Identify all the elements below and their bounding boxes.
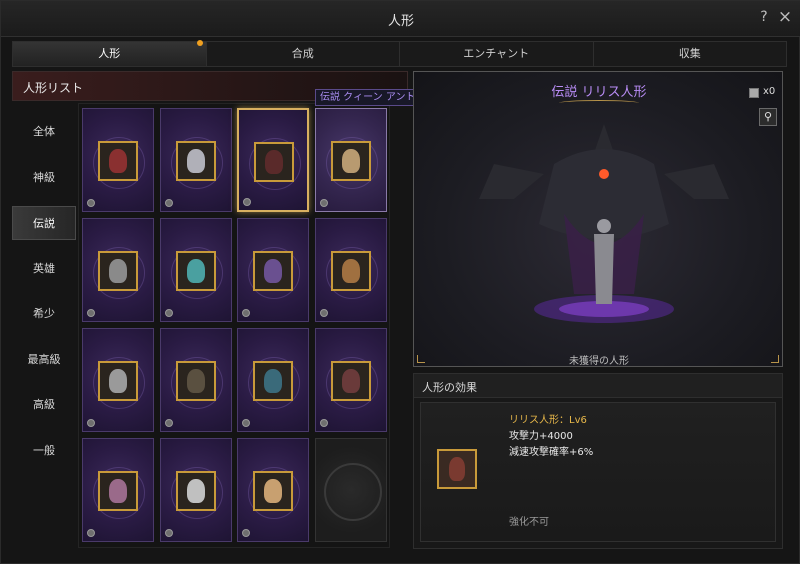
gem-icon xyxy=(87,199,95,207)
doll-card-selected[interactable] xyxy=(237,108,309,212)
doll-card[interactable] xyxy=(82,108,154,212)
doll-portrait-icon xyxy=(437,449,477,489)
doll-portrait-icon xyxy=(98,361,138,401)
doll-portrait-icon xyxy=(176,141,216,181)
effects-header: 人形の効果 xyxy=(414,374,782,398)
filter-rare[interactable]: 希少 xyxy=(12,297,76,331)
gem-icon xyxy=(242,419,250,427)
tab-label: 合成 xyxy=(291,47,314,60)
doll-portrait-icon xyxy=(98,471,138,511)
close-icon[interactable]: × xyxy=(777,7,793,27)
preview-title: 伝説 リリス人形 xyxy=(551,85,647,100)
gem-icon xyxy=(87,529,95,537)
doll-card[interactable] xyxy=(160,218,232,322)
empty-card-slot xyxy=(315,438,387,542)
gem-icon xyxy=(165,309,173,317)
effects-title: 人形の効果 xyxy=(422,381,477,394)
doll-card[interactable] xyxy=(160,328,232,432)
tab-enchant[interactable]: エンチャント xyxy=(400,42,594,66)
card-count: x0 xyxy=(763,86,776,97)
tab-collection[interactable]: 収集 xyxy=(593,42,786,66)
filter-superior[interactable]: 最高級 xyxy=(12,343,76,377)
doll-model-image xyxy=(479,124,729,323)
doll-card-hovered[interactable] xyxy=(315,108,387,212)
doll-portrait-icon xyxy=(331,361,371,401)
doll-portrait-icon xyxy=(253,361,293,401)
tab-bar: 人形 合成 エンチャント 収集 xyxy=(12,40,787,67)
tab-doll[interactable]: 人形 xyxy=(13,40,207,66)
magnifier-icon[interactable]: ⚲ xyxy=(759,108,777,126)
tab-label: エンチャント xyxy=(463,47,530,60)
gem-icon xyxy=(320,309,328,317)
gem-icon xyxy=(87,419,95,427)
doll-portrait-icon xyxy=(98,141,138,181)
doll-portrait-icon xyxy=(98,251,138,291)
tab-synthesis[interactable]: 合成 xyxy=(206,42,400,66)
filter-divine[interactable]: 神級 xyxy=(12,161,76,195)
doll-portrait-icon xyxy=(176,361,216,401)
doll-card[interactable] xyxy=(160,108,232,212)
gem-icon xyxy=(320,199,328,207)
tab-label: 人形 xyxy=(98,47,121,60)
gem-icon xyxy=(165,419,173,427)
effect-doll-name: リリス人形：Lv6 xyxy=(509,415,587,426)
card-count-icon xyxy=(749,88,759,98)
title-bar: 人形 ? × xyxy=(1,1,800,37)
gem-icon xyxy=(87,309,95,317)
doll-portrait-icon xyxy=(331,141,371,181)
doll-portrait-icon xyxy=(176,251,216,291)
effect-stat: 減速攻撃確率+6% xyxy=(509,447,594,458)
doll-portrait-icon xyxy=(254,142,294,182)
gem-icon xyxy=(242,309,250,317)
filter-legend[interactable]: 伝説 xyxy=(12,206,76,240)
gem-icon xyxy=(165,529,173,537)
effect-detail: リリス人形：Lv6 攻撃力+4000 減速攻撃確率+6% 強化不可 xyxy=(420,402,776,542)
notification-dot-icon xyxy=(196,40,203,46)
doll-card[interactable] xyxy=(237,218,309,322)
gem-icon xyxy=(165,199,173,207)
doll-card[interactable] xyxy=(82,218,154,322)
doll-card[interactable] xyxy=(237,438,309,542)
enhance-status: 強化不可 xyxy=(509,517,549,528)
filter-normal[interactable]: 一般 xyxy=(12,434,76,468)
acquisition-status: 未獲得の人形 xyxy=(569,356,629,367)
gem-icon xyxy=(320,419,328,427)
doll-card[interactable] xyxy=(315,328,387,432)
doll-portrait-icon xyxy=(253,471,293,511)
doll-card-grid xyxy=(78,103,390,548)
doll-card[interactable] xyxy=(82,438,154,542)
doll-card[interactable] xyxy=(315,218,387,322)
filter-all[interactable]: 全体 xyxy=(12,115,76,149)
doll-card[interactable] xyxy=(160,438,232,542)
grade-filter-list: 全体 神級 伝説 英雄 希少 最高級 高級 一般 xyxy=(12,105,76,545)
gem-icon xyxy=(242,529,250,537)
filter-hero[interactable]: 英雄 xyxy=(12,252,76,286)
doll-list-title: 人形リスト xyxy=(23,81,84,95)
doll-portrait-icon xyxy=(331,251,371,291)
filter-high[interactable]: 高級 xyxy=(12,388,76,422)
doll-portrait-icon xyxy=(253,251,293,291)
tab-label: 収集 xyxy=(678,47,701,60)
frame-corner xyxy=(417,355,425,363)
doll-window: 人形 ? × 人形 合成 エンチャント 収集 人形リスト 全体 神級 伝説 英雄… xyxy=(0,0,800,564)
window-title: 人形 xyxy=(387,14,414,29)
help-icon[interactable]: ? xyxy=(757,9,771,25)
effect-stat: 攻撃力+4000 xyxy=(509,431,573,442)
doll-card[interactable] xyxy=(237,328,309,432)
doll-preview-panel: 伝説 リリス人形 x0 ⚲ 未獲得の人形 xyxy=(413,71,783,367)
doll-portrait-icon xyxy=(176,471,216,511)
gem-icon xyxy=(243,198,251,206)
doll-card[interactable] xyxy=(82,328,154,432)
frame-corner xyxy=(771,355,779,363)
doll-effects-panel: 人形の効果 リリス人形：Lv6 攻撃力+4000 減速攻撃確率+6% 強化不可 xyxy=(413,373,783,549)
